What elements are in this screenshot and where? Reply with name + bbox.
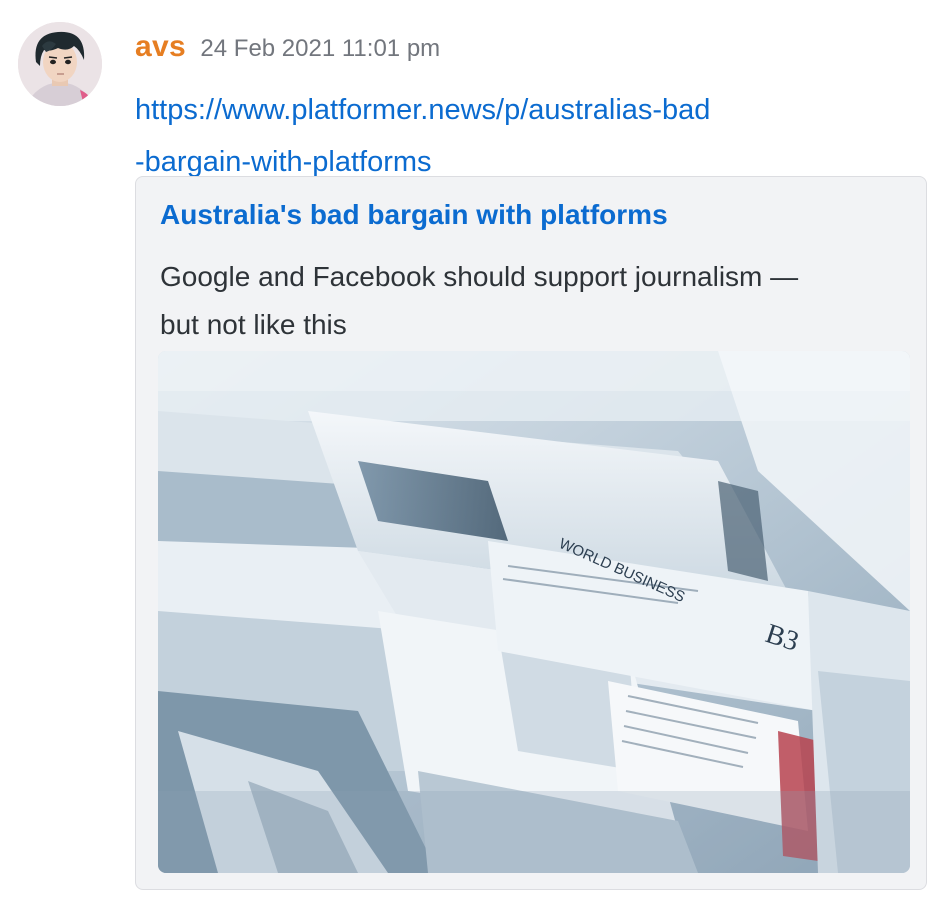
link-embed: Australia's bad bargain with platforms G… — [135, 176, 927, 890]
author-name[interactable]: avs — [135, 30, 186, 63]
avatar-image — [18, 22, 102, 106]
embed-title[interactable]: Australia's bad bargain with platforms — [160, 199, 668, 231]
embed-description-line-1: Google and Facebook should support journ… — [160, 261, 799, 292]
embed-description: Google and Facebook should support journ… — [160, 253, 920, 349]
chat-message: avs 24 Feb 2021 11:01 pm https://www.pla… — [0, 0, 941, 924]
newspapers-photo-icon: WORLD BUSINESS B3 — [158, 351, 910, 873]
message-header: avs 24 Feb 2021 11:01 pm — [135, 30, 440, 64]
message-timestamp: 24 Feb 2021 11:01 pm — [200, 35, 441, 62]
embed-description-line-2: but not like this — [160, 309, 347, 340]
link-line-1: https://www.platformer.news/p/australias… — [135, 94, 711, 126]
message-link[interactable]: https://www.platformer.news/p/australias… — [135, 84, 875, 188]
avatar[interactable] — [18, 22, 102, 106]
embed-image[interactable]: WORLD BUSINESS B3 — [158, 351, 910, 873]
